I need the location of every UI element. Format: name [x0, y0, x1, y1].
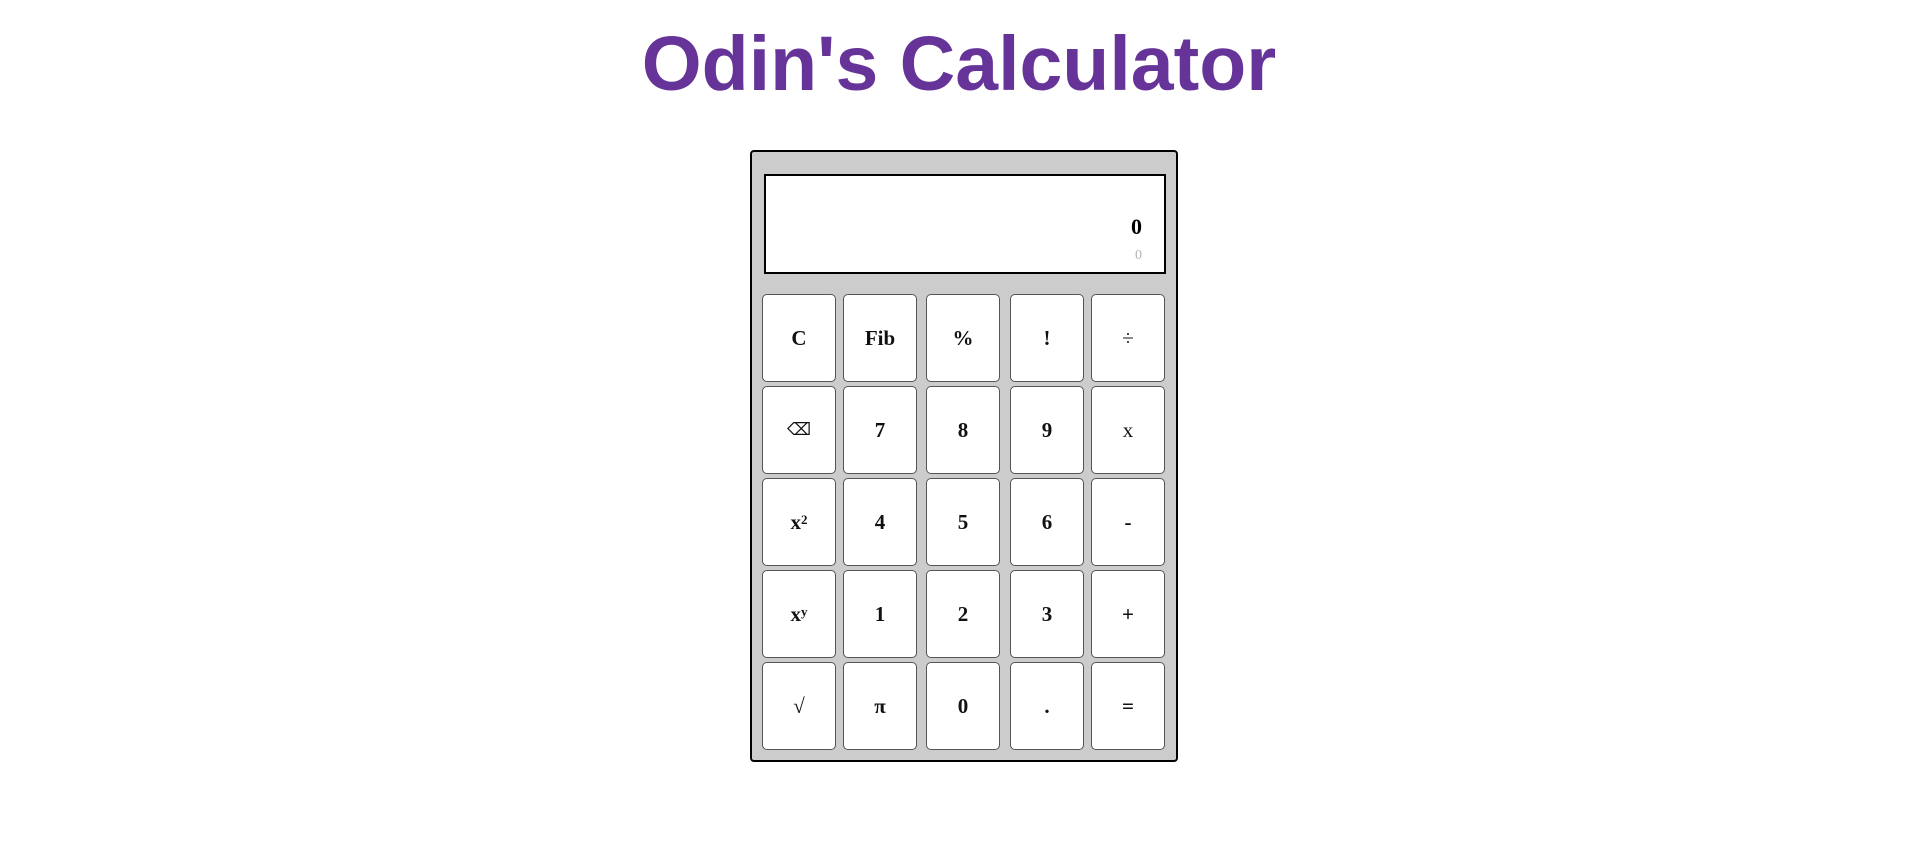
- display-main-value: 0: [1131, 214, 1142, 239]
- power-exponent: y: [801, 604, 808, 619]
- calculator-display: 0 0: [764, 174, 1166, 274]
- digit-4-button[interactable]: 4: [843, 478, 917, 566]
- pi-button[interactable]: π: [843, 662, 917, 750]
- add-button[interactable]: +: [1091, 570, 1165, 658]
- square-button[interactable]: x2: [762, 478, 836, 566]
- square-root-button[interactable]: √: [762, 662, 836, 750]
- power-button[interactable]: xy: [762, 570, 836, 658]
- digit-7-button[interactable]: 7: [843, 386, 917, 474]
- digit-2-button[interactable]: 2: [926, 570, 1000, 658]
- display-sub-value: 0: [1135, 248, 1142, 263]
- digit-3-button[interactable]: 3: [1010, 570, 1084, 658]
- subtract-button[interactable]: -: [1091, 478, 1165, 566]
- backspace-button[interactable]: ⌫: [762, 386, 836, 474]
- power-base: x: [790, 601, 802, 626]
- fibonacci-button[interactable]: Fib: [843, 294, 917, 382]
- digit-9-button[interactable]: 9: [1010, 386, 1084, 474]
- backspace-icon: ⌫: [786, 420, 812, 440]
- equals-button[interactable]: =: [1091, 662, 1165, 750]
- digit-8-button[interactable]: 8: [926, 386, 1000, 474]
- multiply-button[interactable]: x: [1091, 386, 1165, 474]
- square-exponent: 2: [801, 512, 808, 527]
- decimal-button[interactable]: .: [1010, 662, 1084, 750]
- percent-button[interactable]: %: [926, 294, 1000, 382]
- divide-button[interactable]: ÷: [1091, 294, 1165, 382]
- digit-5-button[interactable]: 5: [926, 478, 1000, 566]
- factorial-button[interactable]: !: [1010, 294, 1084, 382]
- square-base: x: [790, 509, 802, 534]
- digit-0-button[interactable]: 0: [926, 662, 1000, 750]
- clear-button[interactable]: C: [762, 294, 836, 382]
- page-title: Odin's Calculator: [641, 21, 1277, 107]
- digit-6-button[interactable]: 6: [1010, 478, 1084, 566]
- digit-1-button[interactable]: 1: [843, 570, 917, 658]
- calculator: 0 0 C Fib % ! ÷ ⌫ 7 8 9 x x2 4 5 6 - xy …: [750, 150, 1178, 762]
